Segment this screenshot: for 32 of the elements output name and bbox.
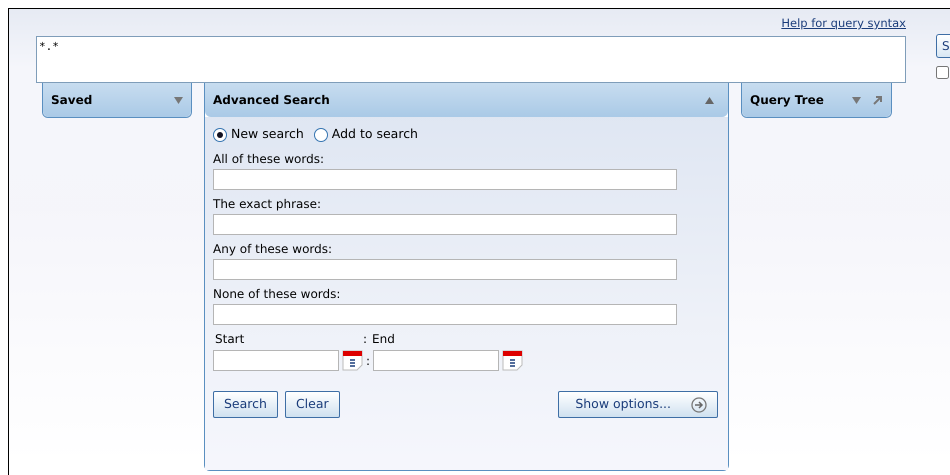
radio-option[interactable]: New search [213, 125, 304, 144]
form-button[interactable]: Search [213, 391, 278, 418]
field-label: End [372, 331, 395, 348]
field-label: Start [214, 331, 246, 348]
field-label: The exact phrase: [213, 196, 322, 213]
panel-title: Saved [51, 92, 94, 110]
field-label: None of these words: [213, 286, 342, 303]
date-field[interactable] [213, 350, 339, 371]
field-label: Any of these words: [213, 241, 334, 258]
collapse-icon[interactable] [705, 96, 714, 104]
panel-title: Advanced Search [213, 92, 331, 110]
query-field[interactable]: *.* [36, 36, 906, 84]
show-options-button[interactable]: Show options... [558, 391, 718, 418]
text-field[interactable] [213, 304, 677, 325]
text-field[interactable] [213, 259, 677, 280]
separator: : [363, 331, 368, 348]
text-field[interactable] [213, 169, 677, 190]
help-link[interactable]: Help for query syntax [781, 15, 906, 32]
expand-icon[interactable] [174, 96, 183, 104]
side-button[interactable]: S [936, 34, 950, 58]
calendar-icon[interactable] [342, 350, 363, 371]
calendar-icon[interactable] [502, 350, 524, 371]
checkbox[interactable] [936, 66, 949, 79]
form-button[interactable]: Clear [284, 391, 340, 418]
date-field[interactable] [373, 350, 500, 371]
separator: : [366, 352, 370, 370]
radio-option[interactable]: Add to search [314, 125, 418, 144]
text-field[interactable] [213, 214, 677, 235]
field-label: All of these words: [213, 151, 326, 168]
arrow-icon[interactable] [873, 95, 883, 106]
panel-title: Query Tree [750, 92, 825, 110]
expand-icon[interactable] [852, 96, 861, 104]
